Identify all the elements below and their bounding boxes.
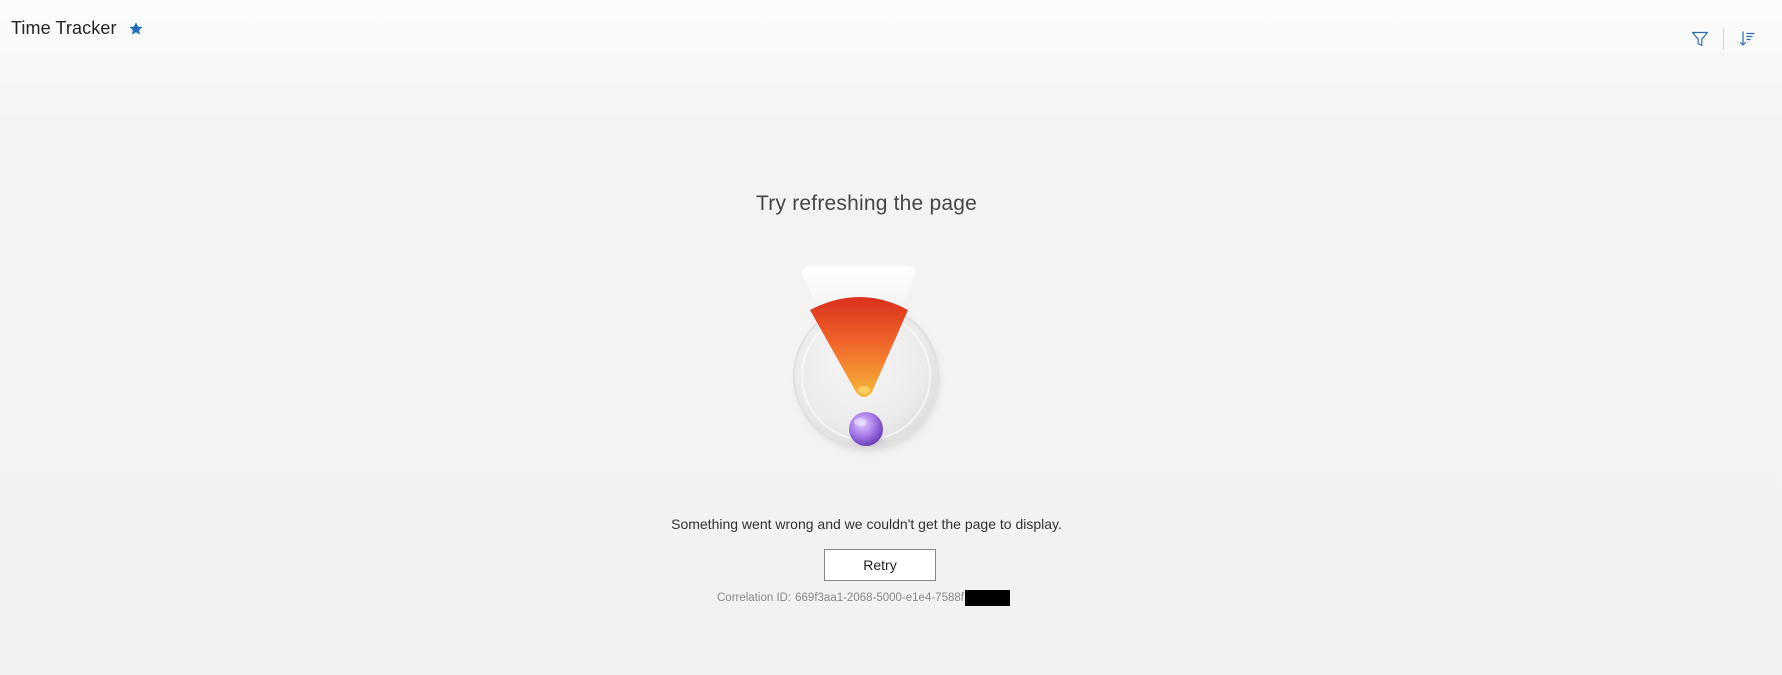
title-area: Time Tracker xyxy=(11,18,144,39)
retry-button[interactable]: Retry xyxy=(824,549,936,581)
correlation-id: Correlation ID: 669f3aa1-2068-5000-e1e4-… xyxy=(717,590,1010,606)
error-message: Something went wrong and we couldn't get… xyxy=(671,516,1062,532)
toolbar xyxy=(1689,28,1758,50)
redaction-block xyxy=(964,590,1010,606)
exclamation-illustration xyxy=(780,262,952,462)
page-title: Time Tracker xyxy=(11,18,117,38)
correlation-label: Correlation ID: xyxy=(717,592,792,604)
sort-icon xyxy=(1739,31,1755,46)
sort-button[interactable] xyxy=(1736,28,1758,50)
toolbar-divider xyxy=(1723,28,1724,50)
page-header: Time Tracker xyxy=(0,0,1782,60)
error-title: Try refreshing the page xyxy=(756,192,977,215)
filter-button[interactable] xyxy=(1689,28,1711,50)
star-icon[interactable] xyxy=(128,21,144,37)
filter-icon xyxy=(1691,31,1709,47)
correlation-value: 669f3aa1-2068-5000-e1e4-7588f xyxy=(795,592,964,604)
